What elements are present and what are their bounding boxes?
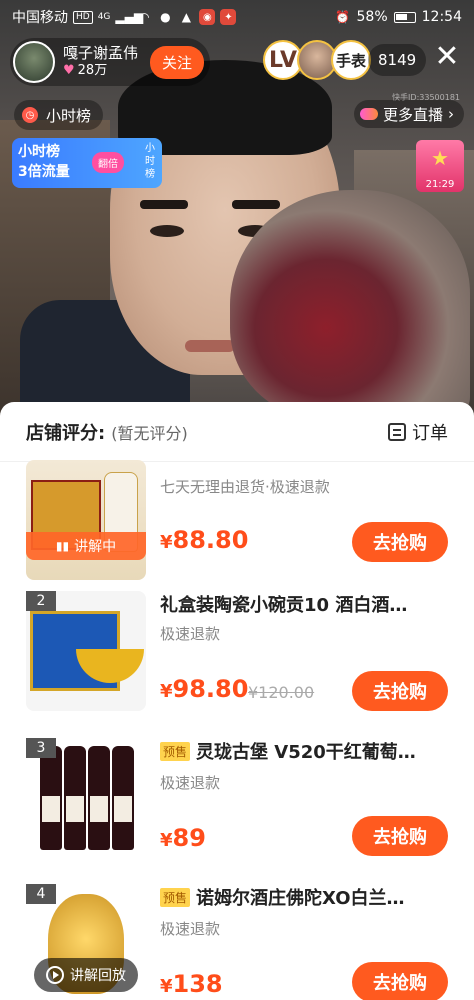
streamer-name: 嘎子谢孟伟 (63, 44, 139, 62)
shop-rating-value: (暂无评分) (111, 423, 188, 443)
product-price: ¥138 (160, 970, 223, 998)
live-icon (359, 108, 378, 120)
product-item[interactable]: 3 预售 灵珑古堡 V520干红葡萄… 极速退款 ¥89 去抢购 (0, 736, 474, 886)
orders-button[interactable]: 订单 (388, 419, 448, 445)
product-title[interactable]: 预售 灵珑古堡 V520干红葡萄… (160, 738, 450, 764)
product-title-text: 诺姆尔酒庄佛陀XO白兰… (196, 888, 405, 909)
wine-bottle-image (40, 746, 62, 850)
price-value: 89 (172, 824, 206, 852)
price-value: 138 (172, 970, 223, 998)
buy-button[interactable]: 去抢购 (352, 816, 448, 856)
price-value: 88.80 (172, 526, 249, 554)
banner-tag: 小时榜 (145, 143, 155, 180)
double-button[interactable]: 翻倍 (92, 152, 124, 173)
shop-header: 店铺评分: (暂无评分) 订单 (0, 402, 474, 462)
more-live-button[interactable]: 更多直播 › (353, 100, 464, 128)
product-title[interactable]: 预售 诺姆尔酒庄佛陀XO白兰… (160, 884, 450, 910)
likes-count: 28万 (77, 63, 108, 78)
streamer-avatar[interactable] (13, 41, 55, 83)
traffic-banner[interactable]: 小时榜 3倍流量 翻倍 小时榜 (12, 138, 162, 188)
fur-object (230, 190, 470, 420)
product-title[interactable]: 礼盒装陶瓷小碗贡10 酒白酒… (160, 591, 450, 617)
wifi-icon: ◠ (139, 10, 150, 24)
product-image[interactable] (26, 460, 146, 580)
app-notification-icon: ✦ (220, 9, 237, 25)
hourly-rank-pill[interactable]: ◷ 小时榜 (14, 100, 104, 130)
alarm-icon: ⏰ (335, 10, 350, 24)
product-sub: 七天无理由退货·极速退款 (160, 478, 330, 496)
rank-label: 小时榜 (46, 106, 92, 125)
signal-icon: ▂▄▆ (115, 10, 144, 24)
presale-tag: 预售 (160, 888, 191, 907)
streamer-likes: ♥ 28万 (63, 62, 138, 80)
product-sub: 极速退款 (160, 774, 221, 792)
gift-box[interactable]: ★ 21:29 (416, 140, 464, 192)
close-icon[interactable]: ✕ (432, 42, 462, 72)
status-bar: 中国移动 HD 4G ▂▄▆ ◠ ● ▲ ◉ ✦ ⏰ 58% 12:54 (0, 0, 474, 34)
viewer-count[interactable]: 8149 (368, 44, 427, 76)
buy-button[interactable]: 去抢购 (352, 522, 448, 562)
product-sub: 极速退款 (160, 625, 221, 643)
currency-symbol: ¥ (160, 830, 173, 851)
shop-rating-label: 店铺评分: (26, 422, 106, 444)
battery-icon (393, 11, 416, 23)
app-notification-icon: ◉ (199, 9, 216, 25)
battery-percent: 58% (356, 9, 388, 25)
play-icon (46, 966, 64, 984)
eyebrow (232, 200, 280, 209)
carrier-label: 中国移动 (12, 10, 68, 26)
viewer-avatars[interactable]: LV 手表 (263, 40, 371, 80)
replay-label: 讲解回放 (70, 968, 126, 984)
original-price: ¥120.00 (248, 683, 315, 702)
explaining-label: 讲解中 (74, 539, 117, 555)
presale-tag: 预售 (160, 742, 191, 761)
buy-button[interactable]: 去抢购 (352, 671, 448, 711)
clock: 12:54 (421, 9, 462, 25)
viewer-avatar[interactable]: 手表 (331, 40, 371, 80)
product-title-text: 灵珑古堡 V520干红葡萄… (196, 742, 416, 763)
clock-icon: ◷ (22, 107, 38, 123)
eyebrow (140, 200, 188, 209)
heart-icon: ♥ (63, 63, 75, 78)
currency-symbol: ¥ (160, 681, 173, 702)
wine-bottle-image (112, 746, 134, 850)
wine-bottle-image (88, 746, 110, 850)
banner-line1: 小时榜 (18, 144, 60, 160)
orders-label: 订单 (412, 422, 448, 444)
currency-symbol: ¥ (160, 532, 173, 553)
orders-icon (388, 422, 406, 441)
mouth (185, 340, 235, 352)
product-rank-badge: 2 (26, 591, 56, 611)
chat-icon: ● (160, 10, 171, 24)
more-live-label: 更多直播 (382, 105, 443, 124)
product-price: ¥98.80 (160, 675, 248, 703)
product-rank-badge: 4 (26, 884, 56, 904)
star-icon: ★ (431, 146, 449, 170)
streamer-card[interactable]: 嘎子谢孟伟 ♥ 28万 关注 (10, 38, 210, 86)
follow-button[interactable]: 关注 (149, 45, 204, 79)
buy-button[interactable]: 去抢购 (352, 962, 448, 1000)
product-item[interactable]: 2 礼盒装陶瓷小碗贡10 酒白酒… 极速退款 ¥98.80 ¥120.00 去抢… (0, 587, 474, 737)
shop-panel: 店铺评分: (暂无评分) 订单 ▮▮ 讲解中 七天无理由退货·极速退款 ¥88.… (0, 402, 474, 1000)
network-label: 4G (97, 12, 111, 22)
notification-icon: ▲ (181, 10, 192, 24)
product-price: ¥88.80 (160, 526, 248, 554)
hd-badge: HD (73, 10, 93, 24)
product-rank-badge: 3 (26, 738, 56, 758)
product-price: ¥89 (160, 824, 206, 852)
gift-timer: 21:29 (425, 179, 455, 190)
eye (150, 225, 184, 237)
currency-symbol: ¥ (160, 976, 173, 997)
price-value: 98.80 (172, 675, 249, 703)
product-sub: 极速退款 (160, 920, 221, 938)
chevron-right-icon: › (448, 105, 454, 123)
explaining-tag: ▮▮ 讲解中 (26, 532, 146, 560)
replay-button[interactable]: 讲解回放 (34, 958, 138, 992)
banner-line2: 3倍流量 (18, 164, 70, 180)
wine-bottle-image (64, 746, 86, 850)
bars-icon: ▮▮ (55, 539, 70, 553)
